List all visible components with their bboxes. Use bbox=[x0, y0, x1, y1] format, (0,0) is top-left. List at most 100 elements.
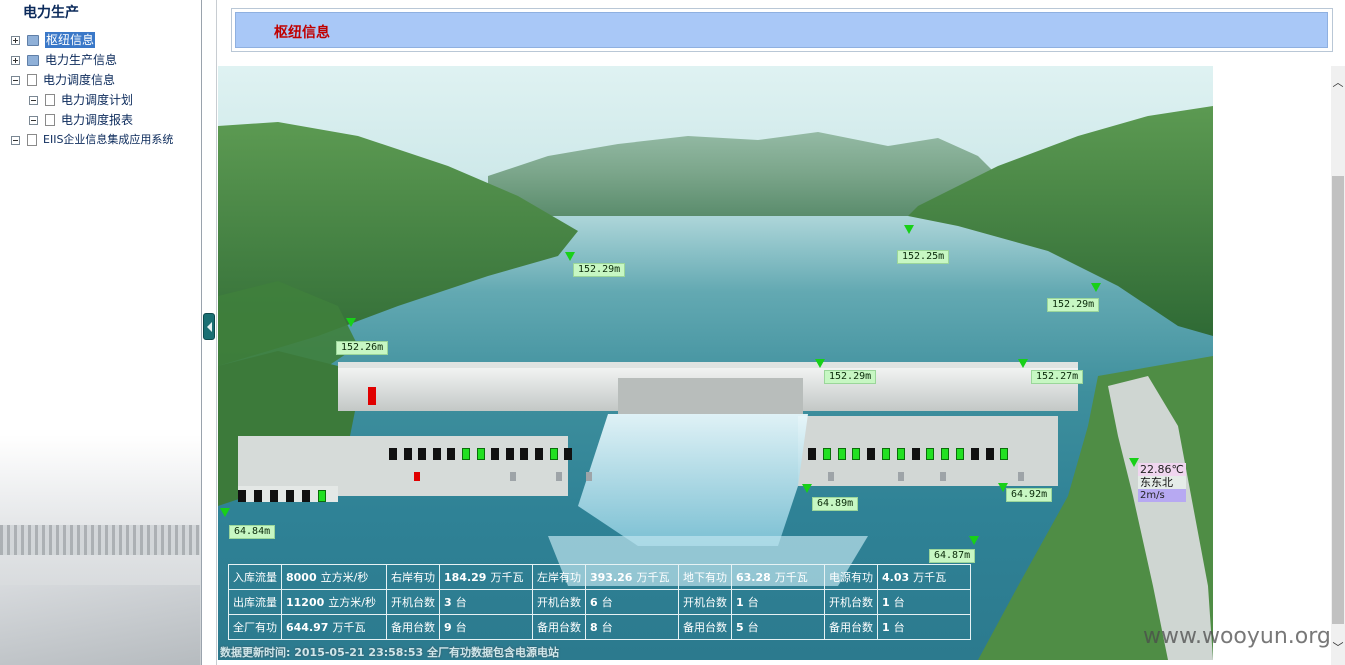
triangle-left-icon[interactable] bbox=[203, 313, 215, 340]
chevron-down-icon[interactable]: ﹀ bbox=[1331, 640, 1345, 656]
metric-unit: 万千瓦 bbox=[774, 571, 808, 584]
metric-value: 8 bbox=[590, 621, 598, 634]
metric-unit: 台 bbox=[601, 621, 613, 634]
metric-unit: 立方米/秒 bbox=[328, 596, 376, 609]
table-key-cell: 备用台数 bbox=[386, 614, 440, 640]
table-value-cell: 5台 bbox=[731, 614, 825, 640]
table-key-cell: 电源有功 bbox=[824, 564, 878, 590]
tree-item-dispatch-report[interactable]: 电力调度报表 bbox=[29, 112, 133, 128]
table-value-cell: 184.29 万千瓦 bbox=[439, 564, 533, 590]
water-level-label: 64.84m bbox=[229, 525, 276, 539]
unit-stopped-indicator bbox=[447, 448, 456, 460]
unit-stopped-indicator bbox=[270, 490, 278, 502]
unit-stopped-indicator bbox=[985, 448, 994, 460]
water-level-label: 152.25m bbox=[897, 250, 950, 264]
table-value-cell: 1台 bbox=[731, 589, 825, 615]
tree-item-power-production[interactable]: 电力生产信息 bbox=[11, 52, 117, 68]
expand-plus-icon[interactable] bbox=[11, 55, 20, 65]
temperature: 22.86℃ bbox=[1138, 463, 1186, 476]
table-row: 出库流量 11200 立方米/秒 开机台数 3 台开机台数 6 台开机台数 1 台开机台数 1 台 bbox=[228, 589, 971, 615]
water-level-label: 152.27m bbox=[1031, 370, 1084, 384]
update-time-note: 数据更新时间: 2015-05-21 23:58:53 全厂有功数据包含电源电站 bbox=[220, 646, 559, 659]
tree-item-label: EIIS企业信息集成应用系统 bbox=[43, 133, 174, 146]
table-value-cell: 1台 bbox=[877, 614, 971, 640]
metric-unit: 台 bbox=[455, 621, 467, 634]
metric-value: 1 bbox=[736, 596, 744, 609]
table-value-cell: 3台 bbox=[439, 589, 533, 615]
unit-stopped-indicator bbox=[254, 490, 262, 502]
table-value-cell: 8000 立方米/秒 bbox=[281, 564, 387, 590]
table-key-cell: 出库流量 bbox=[228, 589, 282, 615]
unit-stopped-indicator bbox=[491, 448, 500, 460]
unit-alarm-indicator bbox=[414, 472, 420, 481]
unit-running-indicator bbox=[941, 448, 950, 460]
folder-icon bbox=[27, 54, 39, 66]
unit-running-indicator bbox=[882, 448, 890, 460]
table-value-cell: 63.28 万千瓦 bbox=[731, 564, 825, 590]
metric-unit: 台 bbox=[747, 596, 759, 609]
wind-speed: 2m/s bbox=[1138, 489, 1186, 502]
table-key-cell: 开机台数 bbox=[532, 589, 586, 615]
collapse-minus-icon[interactable] bbox=[29, 115, 38, 125]
unit-running-indicator bbox=[896, 448, 905, 460]
tree-item-dispatch-info[interactable]: 电力调度信息 bbox=[11, 72, 115, 88]
metric-unit: 万千瓦 bbox=[913, 571, 947, 584]
unit-stopped-indicator bbox=[867, 448, 876, 460]
table-key-cell: 开机台数 bbox=[386, 589, 440, 615]
table-key-cell: 开机台数 bbox=[678, 589, 732, 615]
chevron-up-icon[interactable]: ︿ bbox=[1331, 75, 1345, 91]
tree-item-eiis[interactable]: EIIS企业信息集成应用系统 bbox=[11, 132, 173, 148]
tree-item-label: 电力调度信息 bbox=[43, 73, 116, 87]
level-marker-icon bbox=[802, 484, 812, 493]
document-icon bbox=[27, 74, 37, 86]
plant-data-table: 入库流量 8000 立方米/秒 右岸有功 184.29 万千瓦 左岸有功 393.26 万千瓦地… bbox=[228, 564, 971, 640]
document-icon bbox=[45, 94, 55, 106]
document-icon bbox=[27, 134, 37, 146]
table-key-cell: 全厂有功 bbox=[228, 614, 282, 640]
collapse-minus-icon[interactable] bbox=[11, 75, 20, 85]
metric-unit: 万千瓦 bbox=[332, 621, 366, 634]
level-marker-icon bbox=[969, 536, 979, 545]
aux-unit-indicator bbox=[940, 472, 946, 481]
table-value-cell: 6台 bbox=[585, 589, 679, 615]
metric-value: 8000 bbox=[286, 571, 317, 584]
wind-direction: 东东北 bbox=[1138, 476, 1186, 489]
table-key-cell: 备用台数 bbox=[532, 614, 586, 640]
collapse-minus-icon[interactable] bbox=[11, 135, 20, 145]
table-key-cell: 入库流量 bbox=[228, 564, 282, 590]
metric-value: 184.29 bbox=[444, 571, 487, 584]
aux-unit-indicator bbox=[828, 472, 834, 481]
aux-unit-indicator bbox=[556, 472, 562, 481]
level-marker-icon bbox=[1091, 283, 1101, 292]
water-level-label: 64.89m bbox=[812, 497, 859, 511]
metric-value: 9 bbox=[444, 621, 452, 634]
expand-plus-icon[interactable] bbox=[11, 35, 20, 45]
aux-unit-indicator bbox=[586, 472, 592, 481]
unit-stopped-indicator bbox=[970, 448, 979, 460]
unit-stopped-indicator bbox=[403, 448, 412, 460]
metric-unit: 台 bbox=[747, 621, 759, 634]
unit-running-indicator bbox=[476, 448, 485, 460]
water-level-label: 152.29m bbox=[573, 263, 626, 277]
tree-item-dispatch-plan[interactable]: 电力调度计划 bbox=[29, 92, 133, 108]
metric-value: 644.97 bbox=[286, 621, 329, 634]
level-marker-icon bbox=[815, 359, 825, 368]
table-value-cell: 9台 bbox=[439, 614, 533, 640]
unit-stopped-indicator bbox=[520, 448, 529, 460]
unit-stopped-indicator bbox=[808, 448, 816, 460]
unit-running-indicator bbox=[837, 448, 846, 460]
metric-value: 393.26 bbox=[590, 571, 633, 584]
level-marker-icon bbox=[1018, 359, 1028, 368]
table-value-cell: 8台 bbox=[585, 614, 679, 640]
table-key-cell: 右岸有功 bbox=[386, 564, 440, 590]
collapse-minus-icon[interactable] bbox=[29, 95, 38, 105]
level-marker-icon bbox=[346, 318, 356, 327]
table-key-cell: 备用台数 bbox=[678, 614, 732, 640]
tree-item-hub-info[interactable]: 枢纽信息 bbox=[11, 32, 96, 48]
metric-value: 63.28 bbox=[736, 571, 771, 584]
aux-unit-indicator bbox=[898, 472, 904, 481]
tree-item-label: 电力调度计划 bbox=[61, 93, 134, 107]
scrollbar-thumb[interactable] bbox=[1332, 176, 1344, 624]
weather-panel: 22.86℃ 东东北 2m/s bbox=[1138, 463, 1186, 502]
left-tree-panel: 电力生产 枢纽信息 电力生产信息 电力调度信息 电力调度计划 电力调度报表 EI… bbox=[0, 0, 202, 665]
